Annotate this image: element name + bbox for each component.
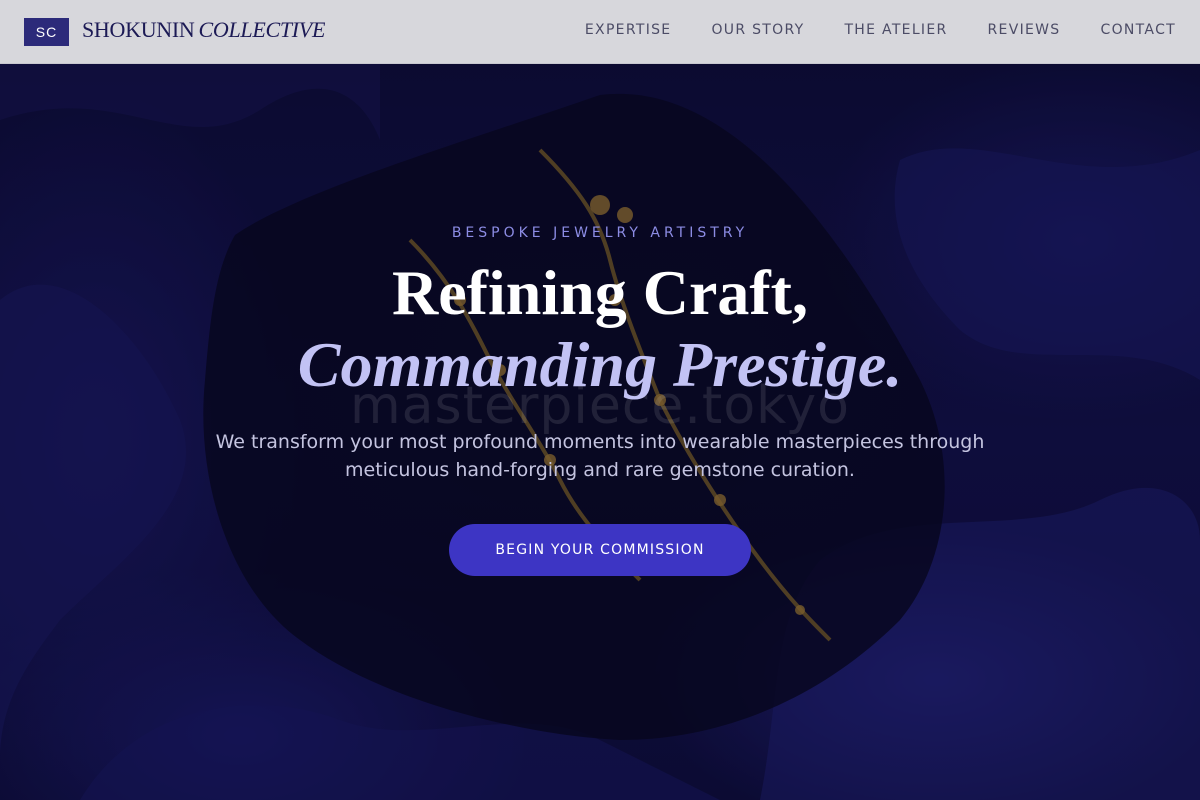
begin-commission-button[interactable]: BEGIN YOUR COMMISSION	[449, 524, 751, 576]
main-nav: EXPERTISE OUR STORY THE ATELIER REVIEWS …	[585, 22, 1176, 38]
brand-name-main: SHOKUNIN	[82, 17, 195, 42]
hero-content: masterpiece.tokyo BESPOKE JEWELRY ARTIST…	[0, 0, 1200, 800]
brand-name[interactable]: SHOKUNIN COLLECTIVE	[82, 17, 325, 43]
nav-link-expertise[interactable]: EXPERTISE	[585, 22, 672, 38]
site-header: SC SHOKUNIN COLLECTIVE EXPERTISE OUR STOR…	[0, 0, 1200, 64]
hero-subtitle: We transform your most profound moments …	[215, 431, 985, 481]
brand-name-italic: COLLECTIVE	[198, 17, 326, 42]
nav-link-reviews[interactable]: REVIEWS	[988, 22, 1061, 38]
logo-mark[interactable]: SC	[24, 18, 69, 46]
hero-title-line-1: Refining Craft,	[392, 257, 808, 328]
nav-link-contact[interactable]: CONTACT	[1101, 22, 1177, 38]
hero-eyebrow: BESPOKE JEWELRY ARTISTRY	[451, 225, 749, 241]
nav-link-the-atelier[interactable]: THE ATELIER	[844, 22, 947, 38]
hero-title-line-2: Commanding Prestige.	[297, 329, 903, 400]
nav-link-our-story[interactable]: OUR STORY	[711, 22, 804, 38]
